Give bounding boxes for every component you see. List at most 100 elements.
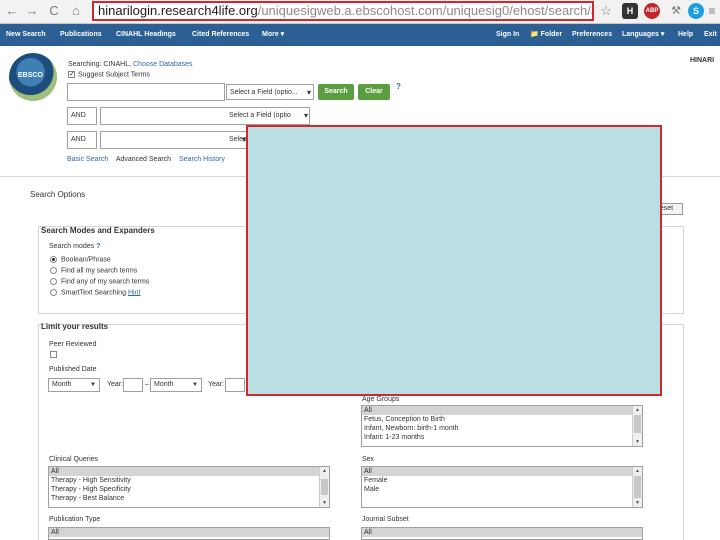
list-item[interactable]: Infant, Newborn: birth-1 month	[362, 424, 642, 433]
radio-all-terms[interactable]	[50, 267, 57, 274]
scrollbar[interactable]: ▲ ▼	[632, 406, 642, 446]
boolean-select-3[interactable]: AND	[67, 131, 97, 149]
scrollbar[interactable]: ▲ ▼	[319, 467, 329, 507]
highlight-overlay-box	[246, 125, 662, 396]
ebsco-logo[interactable]: EBSCO	[9, 53, 57, 101]
field-select-1[interactable]: Select a Field (optio...	[226, 84, 314, 101]
back-icon[interactable]: ←	[4, 3, 20, 19]
cited-references-link[interactable]: Cited References	[192, 24, 249, 46]
list-item[interactable]: Male	[362, 485, 642, 494]
advanced-search-link[interactable]: Advanced Search	[116, 156, 171, 163]
home-icon[interactable]: ⌂	[68, 3, 84, 19]
exit-link[interactable]: Exit	[704, 24, 717, 46]
basic-search-link[interactable]: Basic Search	[67, 156, 108, 163]
year-to-input[interactable]	[225, 378, 245, 392]
new-search-link[interactable]: New Search	[6, 24, 46, 46]
mode-any-terms-label: Find any of my search terms	[61, 278, 150, 286]
list-item[interactable]: All	[362, 467, 642, 476]
choose-databases-link[interactable]: Choose Databases	[133, 61, 193, 68]
extension-h-icon[interactable]: H	[622, 3, 638, 19]
more-menu[interactable]: More ▾	[262, 24, 284, 46]
search-history-link[interactable]: Search History	[179, 156, 225, 163]
bookmark-star-icon[interactable]: ☆	[598, 3, 614, 19]
limit-results-title: Limit your results	[41, 322, 109, 331]
sign-in-link[interactable]: Sign In	[496, 24, 519, 46]
list-item[interactable]: Fetus, Conception to Birth	[362, 415, 642, 424]
radio-smarttext[interactable]	[50, 289, 57, 296]
help-link[interactable]: Help	[678, 24, 693, 46]
logo-text: EBSCO	[18, 72, 43, 79]
menu-icon[interactable]: ≡	[704, 3, 720, 19]
database-name: CINAHL	[103, 61, 130, 68]
boolean-select-2[interactable]: AND	[67, 107, 97, 125]
journal-subset-label: Journal Subset	[362, 516, 409, 523]
month-to-select[interactable]: Month	[150, 378, 202, 392]
age-groups-listbox[interactable]: All Fetus, Conception to Birth Infant, N…	[361, 405, 643, 447]
year-from-input[interactable]	[123, 378, 143, 392]
mode-any-terms[interactable]: Find any of my search terms	[50, 278, 149, 285]
field-select-3[interactable]: Selec	[226, 132, 248, 148]
list-item[interactable]: All	[362, 528, 642, 537]
month-from-select[interactable]: Month	[48, 378, 100, 392]
search-modes-text: Search modes	[49, 243, 95, 250]
peer-reviewed-label: Peer Reviewed	[49, 341, 97, 348]
app-toolbar: New Search Publications CINAHL Headings …	[0, 24, 720, 46]
age-groups-label: Age Groups	[362, 396, 400, 403]
url-host: hinarilogin.research4life.org	[98, 3, 258, 18]
list-item[interactable]: Therapy - High Sensitivity	[49, 476, 329, 485]
search-button[interactable]: Search	[318, 84, 354, 100]
searching-line: Searching: CINAHL, Choose Databases	[68, 61, 193, 68]
mode-boolean[interactable]: Boolean/Phrase	[50, 256, 111, 263]
list-item[interactable]: Therapy - High Specificity	[49, 485, 329, 494]
year-to-label: Year:	[208, 381, 225, 388]
search-modes-title: Search Modes and Expanders	[41, 226, 155, 235]
search-input-1[interactable]	[67, 83, 225, 101]
url-path: /uniquesigweb.a.ebscohost.com/uniquesig0…	[257, 3, 594, 18]
radio-any-terms[interactable]	[50, 278, 57, 285]
suggest-terms-row: Suggest Subject Terms	[68, 71, 150, 78]
sex-label: Sex	[362, 456, 375, 463]
adblock-icon[interactable]: ABP	[644, 3, 660, 19]
list-item[interactable]: All	[49, 467, 329, 476]
list-item[interactable]: All	[49, 528, 329, 537]
suggest-terms-checkbox[interactable]	[68, 71, 75, 78]
field-select-2[interactable]: Select a Field (optio	[226, 108, 310, 124]
scrollbar[interactable]: ▲ ▼	[632, 467, 642, 507]
preferences-link[interactable]: Preferences	[572, 24, 612, 46]
address-bar[interactable]: hinarilogin.research4life.org/uniquesigw…	[92, 1, 594, 21]
list-item[interactable]: Therapy - Best Balance	[49, 494, 329, 503]
browser-toolbar: ← → C ⌂ hinarilogin.research4life.org/un…	[0, 0, 720, 24]
folder-link[interactable]: 📁 Folder	[530, 24, 562, 46]
mode-boolean-label: Boolean/Phrase	[61, 256, 111, 264]
peer-reviewed-checkbox[interactable]	[50, 351, 57, 358]
list-item[interactable]: All	[362, 406, 642, 415]
clear-button[interactable]: Clear	[358, 84, 390, 100]
reload-icon[interactable]: C	[46, 3, 62, 19]
publications-link[interactable]: Publications	[60, 24, 102, 46]
help-icon[interactable]: ?	[396, 82, 405, 91]
search-links: Basic Search Advanced Search Search Hist…	[67, 156, 231, 163]
languages-menu[interactable]: Languages ▾	[622, 24, 664, 46]
list-item[interactable]: Female	[362, 476, 642, 485]
hint-link[interactable]: Hint	[128, 289, 140, 296]
radio-boolean[interactable]	[50, 256, 57, 263]
searching-label: Searching:	[68, 61, 102, 68]
forward-icon[interactable]: →	[24, 3, 40, 19]
journal-subset-listbox[interactable]: All	[361, 527, 643, 540]
publication-type-listbox[interactable]: All	[48, 527, 330, 540]
tools-icon[interactable]: ⚒	[668, 3, 684, 19]
date-dash: –	[145, 381, 149, 388]
mode-all-terms[interactable]: Find all my search terms	[50, 267, 137, 274]
list-item[interactable]: Infant: 1-23 months	[362, 433, 642, 442]
mode-smarttext[interactable]: SmartText Searching Hint	[50, 289, 140, 296]
publication-type-label: Publication Type	[49, 516, 101, 523]
cinahl-headings-link[interactable]: CINAHL Headings	[116, 24, 176, 46]
published-date-label: Published Date	[49, 366, 97, 373]
year-from-label: Year:	[107, 381, 124, 388]
clinical-queries-listbox[interactable]: All Therapy - High Sensitivity Therapy -…	[48, 466, 330, 508]
mode-smarttext-label: SmartText Searching	[61, 289, 126, 297]
skype-icon[interactable]: S	[688, 3, 704, 19]
search-options-title: Search Options	[30, 190, 86, 199]
sex-listbox[interactable]: All Female Male ▲ ▼	[361, 466, 643, 508]
search-modes-help-icon[interactable]: ?	[96, 243, 100, 250]
